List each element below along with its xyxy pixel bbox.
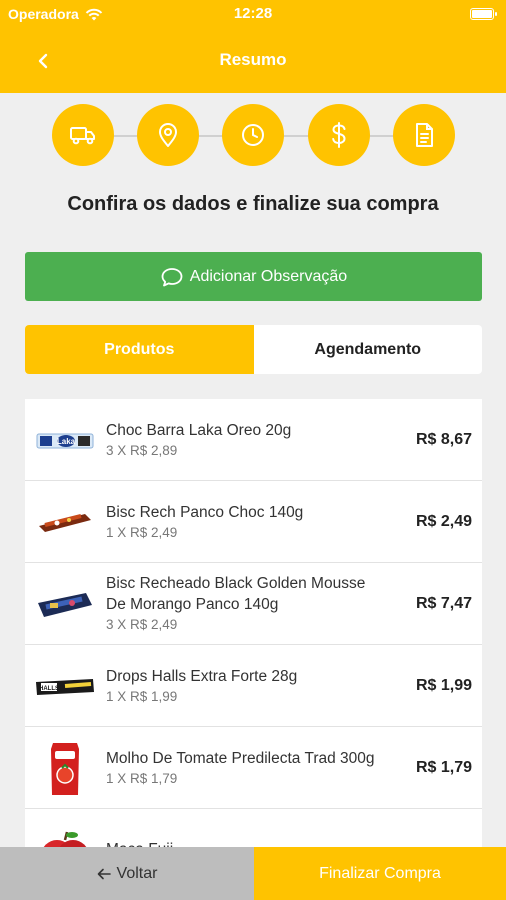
product-list: Laka Choc Barra Laka Oreo 20g 3 X R$ 2,8… <box>25 399 482 859</box>
add-observation-label: Adicionar Observação <box>189 267 348 285</box>
product-image <box>35 739 95 799</box>
step-address[interactable] <box>137 104 199 166</box>
finish-purchase-button[interactable]: Finalizar Compra <box>254 847 506 900</box>
product-quantity: 1 X R$ 1,99 <box>106 688 178 704</box>
product-image: HALLS <box>35 657 95 717</box>
arrow-left-icon <box>97 868 111 879</box>
back-button-label: Voltar <box>116 864 158 882</box>
product-row[interactable]: Bisc Recheado Black Golden Mousse De Mor… <box>25 563 482 645</box>
product-row[interactable]: Molho De Tomate Predilecta Trad 300g 1 X… <box>25 727 482 809</box>
product-quantity: 3 X R$ 2,49 <box>106 617 178 632</box>
svg-text:HALLS: HALLS <box>39 686 59 692</box>
product-quantity: 1 X R$ 1,79 <box>106 770 178 786</box>
tab-bar: Produtos Agendamento <box>25 325 482 374</box>
product-row[interactable]: Bisc Rech Panco Choc 140g 1 X R$ 2,49 R$… <box>25 481 482 563</box>
truck-icon <box>70 127 95 145</box>
product-name: Molho De Tomate Predilecta Trad 300g <box>106 749 375 767</box>
product-name: Bisc Rech Panco Choc 140g <box>106 503 304 521</box>
product-price: R$ 8,67 <box>415 430 472 448</box>
product-image <box>35 575 95 635</box>
product-name: Bisc Recheado Black Golden Mousse De Mor… <box>106 575 366 613</box>
product-row[interactable]: HALLS Drops Halls Extra Forte 28g 1 X R$… <box>25 645 482 727</box>
product-price: R$ 2,49 <box>415 512 472 530</box>
location-pin-icon <box>159 123 177 147</box>
tab-products[interactable]: Produtos <box>25 325 254 374</box>
step-summary[interactable] <box>393 104 455 166</box>
product-name: Choc Barra Laka Oreo 20g <box>106 421 292 439</box>
status-bar: Operadora 12:28 <box>0 0 506 28</box>
product-name: Drops Halls Extra Forte 28g <box>106 667 298 685</box>
dollar-icon <box>332 122 346 148</box>
product-image <box>35 493 95 553</box>
product-price: R$ 1,99 <box>415 676 472 694</box>
step-schedule[interactable] <box>222 104 284 166</box>
clock-time: 12:28 <box>233 5 273 22</box>
product-price: R$ 7,47 <box>415 594 472 612</box>
finish-purchase-label: Finalizar Compra <box>319 864 441 882</box>
clock-icon <box>242 124 264 146</box>
page-title: Resumo <box>219 50 287 69</box>
footer-bar: Voltar Finalizar Compra <box>0 847 506 900</box>
add-observation-button[interactable]: Adicionar Observação <box>25 252 482 301</box>
step-payment[interactable] <box>308 104 370 166</box>
svg-text:Laka: Laka <box>57 437 76 446</box>
chat-bubble-icon <box>161 267 183 286</box>
battery-icon <box>470 8 497 20</box>
product-quantity: 3 X R$ 2,89 <box>106 442 178 458</box>
checkout-steps <box>0 104 506 168</box>
product-row[interactable]: Laka Choc Barra Laka Oreo 20g 3 X R$ 2,8… <box>25 399 482 481</box>
step-delivery[interactable] <box>52 104 114 166</box>
summary-headline: Confira os dados e finalize sua compra <box>67 193 439 215</box>
back-button[interactable]: Voltar <box>0 847 254 900</box>
nav-bar: Resumo <box>0 28 506 93</box>
product-quantity: 1 X R$ 2,49 <box>106 524 178 540</box>
document-icon <box>416 123 433 147</box>
product-image: Laka <box>35 411 95 471</box>
product-price: R$ 1,79 <box>415 758 472 776</box>
tab-scheduling[interactable]: Agendamento <box>254 325 483 374</box>
